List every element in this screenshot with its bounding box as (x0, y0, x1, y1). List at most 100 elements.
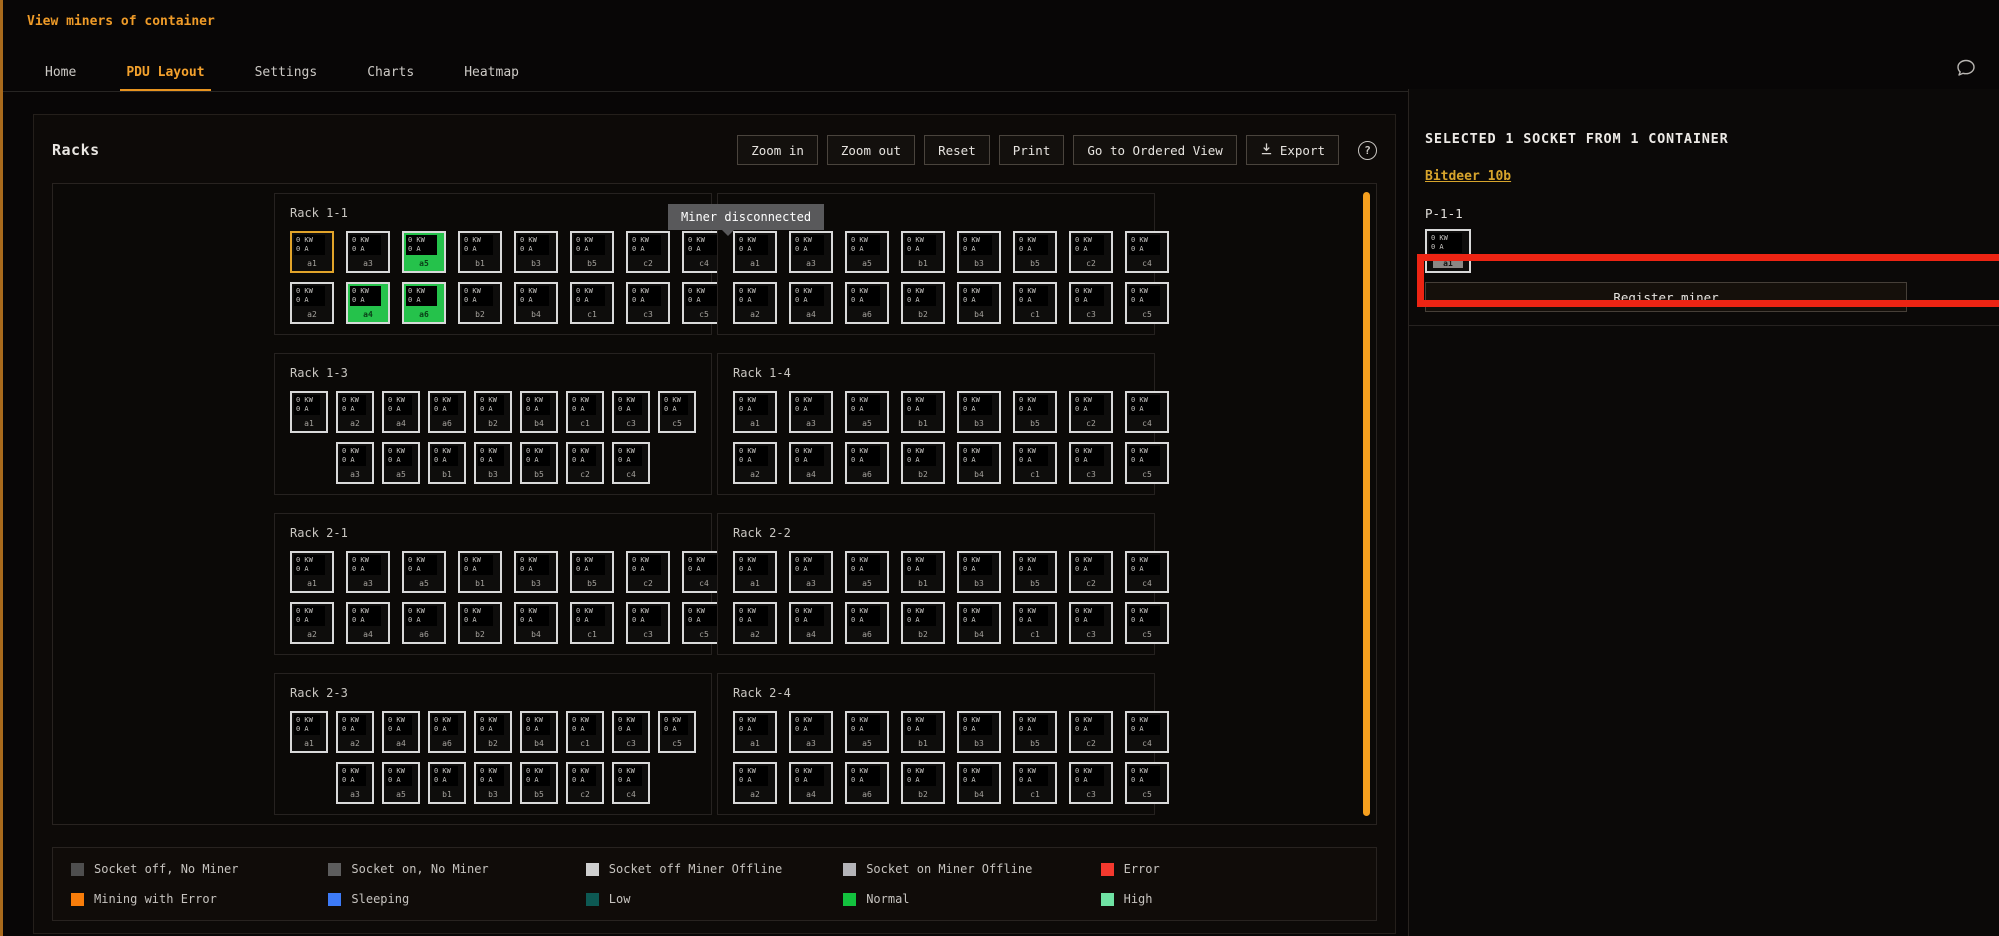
selected-socket-thumbnail[interactable]: 0 KW 0 A a1 (1425, 229, 1471, 273)
socket-c1[interactable]: 0 KW0 Ac1 (1013, 762, 1057, 804)
socket-b2[interactable]: 0 KW0 Ab2 (458, 282, 502, 324)
socket-a3[interactable]: 0 KW0 Aa3 (336, 762, 374, 804)
socket-b5[interactable]: 0 KW0 Ab5 (1013, 551, 1057, 593)
socket-b3[interactable]: 0 KW0 Ab3 (957, 391, 1001, 433)
socket-c1[interactable]: 0 KW0 Ac1 (566, 711, 604, 753)
socket-b4[interactable]: 0 KW0 Ab4 (514, 282, 558, 324)
socket-a1[interactable]: 0 KW0 Aa1 (733, 391, 777, 433)
socket-c4[interactable]: 0 KW0 Ac4 (1125, 551, 1169, 593)
socket-a3[interactable]: 0 KW0 Aa3 (789, 231, 833, 273)
socket-a1[interactable]: 0 KW0 Aa1 (290, 391, 328, 433)
socket-c2[interactable]: 0 KW0 Ac2 (626, 231, 670, 273)
socket-c4[interactable]: 0 KW0 Ac4 (1125, 711, 1169, 753)
socket-a3[interactable]: 0 KW0 Aa3 (789, 551, 833, 593)
socket-a6[interactable]: 0 KW0 Aa6 (845, 282, 889, 324)
vertical-scrollbar[interactable] (1363, 192, 1370, 816)
socket-a4[interactable]: 0 KW0 Aa4 (789, 762, 833, 804)
socket-a1[interactable]: 0 KW0 Aa1 (290, 711, 328, 753)
socket-c4[interactable]: 0 KW0 Ac4 (1125, 231, 1169, 273)
tab-heatmap[interactable]: Heatmap (458, 56, 525, 91)
tab-home[interactable]: Home (39, 56, 82, 91)
socket-b1[interactable]: 0 KW0 Ab1 (428, 762, 466, 804)
socket-b1[interactable]: 0 KW0 Ab1 (901, 711, 945, 753)
socket-c5[interactable]: 0 KW0 Ac5 (658, 711, 696, 753)
socket-c5[interactable]: 0 KW0 Ac5 (658, 391, 696, 433)
socket-b4[interactable]: 0 KW0 Ab4 (957, 762, 1001, 804)
socket-a3[interactable]: 0 KW0 Aa3 (789, 711, 833, 753)
socket-a5[interactable]: 0 KW0 Aa5 (402, 231, 446, 273)
socket-c1[interactable]: 0 KW0 Ac1 (1013, 602, 1057, 644)
socket-b5[interactable]: 0 KW0 Ab5 (570, 231, 614, 273)
socket-b4[interactable]: 0 KW0 Ab4 (520, 391, 558, 433)
socket-c1[interactable]: 0 KW0 Ac1 (566, 391, 604, 433)
tab-charts[interactable]: Charts (361, 56, 420, 91)
socket-c5[interactable]: 0 KW0 Ac5 (1125, 602, 1169, 644)
chat-bubble-icon[interactable] (1955, 57, 1977, 79)
socket-b2[interactable]: 0 KW0 Ab2 (901, 762, 945, 804)
register-miner-button[interactable]: Register miner (1425, 282, 1907, 312)
socket-c3[interactable]: 0 KW0 Ac3 (1069, 442, 1113, 484)
socket-c5[interactable]: 0 KW0 Ac5 (1125, 442, 1169, 484)
socket-c2[interactable]: 0 KW0 Ac2 (566, 442, 604, 484)
socket-b4[interactable]: 0 KW0 Ab4 (514, 602, 558, 644)
socket-a2[interactable]: 0 KW0 Aa2 (733, 442, 777, 484)
socket-b1[interactable]: 0 KW0 Ab1 (901, 231, 945, 273)
socket-b2[interactable]: 0 KW0 Ab2 (901, 442, 945, 484)
socket-b1[interactable]: 0 KW0 Ab1 (458, 231, 502, 273)
socket-c3[interactable]: 0 KW0 Ac3 (612, 711, 650, 753)
socket-a3[interactable]: 0 KW0 Aa3 (789, 391, 833, 433)
socket-b5[interactable]: 0 KW0 Ab5 (520, 762, 558, 804)
socket-b4[interactable]: 0 KW0 Ab4 (957, 602, 1001, 644)
socket-c2[interactable]: 0 KW0 Ac2 (1069, 551, 1113, 593)
socket-a6[interactable]: 0 KW0 Aa6 (845, 442, 889, 484)
socket-b4[interactable]: 0 KW0 Ab4 (957, 282, 1001, 324)
socket-a4[interactable]: 0 KW0 Aa4 (789, 442, 833, 484)
socket-a6[interactable]: 0 KW0 Aa6 (402, 602, 446, 644)
socket-a6[interactable]: 0 KW0 Aa6 (428, 391, 466, 433)
socket-b3[interactable]: 0 KW0 Ab3 (514, 231, 558, 273)
socket-c4[interactable]: 0 KW0 Ac4 (1125, 391, 1169, 433)
socket-c5[interactable]: 0 KW0 Ac5 (1125, 762, 1169, 804)
socket-b3[interactable]: 0 KW0 Ab3 (957, 711, 1001, 753)
socket-a5[interactable]: 0 KW0 Aa5 (382, 762, 420, 804)
help-icon[interactable]: ? (1358, 141, 1377, 160)
socket-c1[interactable]: 0 KW0 Ac1 (570, 282, 614, 324)
socket-a3[interactable]: 0 KW0 Aa3 (346, 551, 390, 593)
socket-b3[interactable]: 0 KW0 Ab3 (957, 551, 1001, 593)
zoom-out-button[interactable]: Zoom out (827, 135, 915, 165)
tab-settings[interactable]: Settings (249, 56, 324, 91)
socket-a1[interactable]: 0 KW0 Aa1 (290, 231, 334, 273)
socket-a4[interactable]: 0 KW0 Aa4 (382, 391, 420, 433)
socket-a1[interactable]: 0 KW0 Aa1 (733, 551, 777, 593)
container-link[interactable]: Bitdeer 10b (1425, 169, 1511, 184)
socket-c3[interactable]: 0 KW0 Ac3 (1069, 282, 1113, 324)
socket-b1[interactable]: 0 KW0 Ab1 (428, 442, 466, 484)
socket-a1[interactable]: 0 KW0 Aa1 (733, 231, 777, 273)
socket-b3[interactable]: 0 KW0 Ab3 (474, 442, 512, 484)
socket-c5[interactable]: 0 KW0 Ac5 (1125, 282, 1169, 324)
socket-b4[interactable]: 0 KW0 Ab4 (520, 711, 558, 753)
socket-c2[interactable]: 0 KW0 Ac2 (566, 762, 604, 804)
socket-a4[interactable]: 0 KW0 Aa4 (789, 282, 833, 324)
socket-b5[interactable]: 0 KW0 Ab5 (520, 442, 558, 484)
export-button[interactable]: Export (1246, 135, 1339, 165)
socket-a4[interactable]: 0 KW0 Aa4 (382, 711, 420, 753)
zoom-in-button[interactable]: Zoom in (737, 135, 818, 165)
socket-b2[interactable]: 0 KW0 Ab2 (901, 602, 945, 644)
socket-a2[interactable]: 0 KW0 Aa2 (336, 391, 374, 433)
socket-b5[interactable]: 0 KW0 Ab5 (570, 551, 614, 593)
socket-a6[interactable]: 0 KW0 Aa6 (402, 282, 446, 324)
socket-c2[interactable]: 0 KW0 Ac2 (1069, 711, 1113, 753)
socket-b4[interactable]: 0 KW0 Ab4 (957, 442, 1001, 484)
socket-a5[interactable]: 0 KW0 Aa5 (845, 711, 889, 753)
socket-c1[interactable]: 0 KW0 Ac1 (570, 602, 614, 644)
socket-b1[interactable]: 0 KW0 Ab1 (901, 551, 945, 593)
reset-button[interactable]: Reset (924, 135, 990, 165)
go-to-ordered-view-button[interactable]: Go to Ordered View (1073, 135, 1236, 165)
socket-c2[interactable]: 0 KW0 Ac2 (626, 551, 670, 593)
socket-b2[interactable]: 0 KW0 Ab2 (901, 282, 945, 324)
socket-b3[interactable]: 0 KW0 Ab3 (514, 551, 558, 593)
socket-b2[interactable]: 0 KW0 Ab2 (474, 711, 512, 753)
socket-c3[interactable]: 0 KW0 Ac3 (626, 282, 670, 324)
socket-a2[interactable]: 0 KW0 Aa2 (290, 602, 334, 644)
